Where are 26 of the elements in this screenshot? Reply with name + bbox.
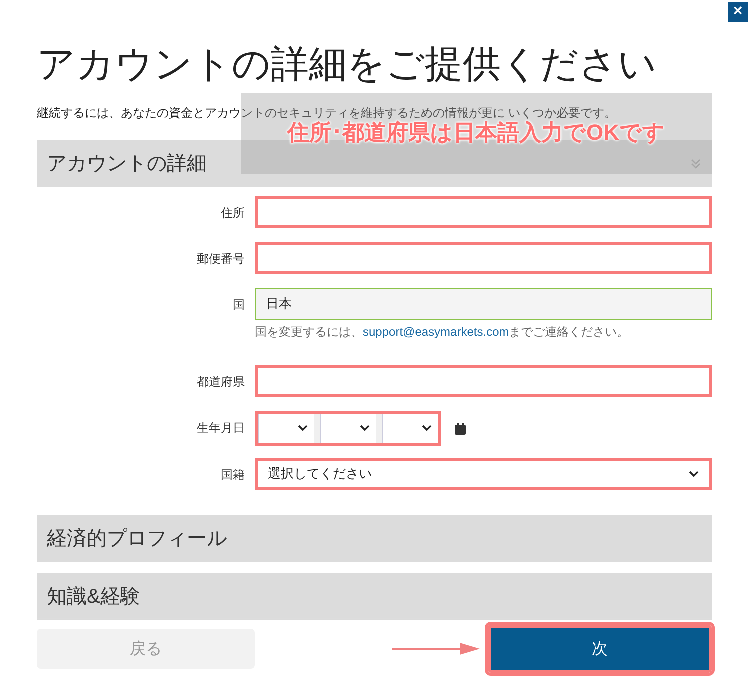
chevron-icon (690, 158, 702, 170)
input-field[interactable] (255, 242, 712, 274)
field-label: 国 (232, 297, 246, 314)
date-select-group[interactable] (255, 411, 441, 446)
calendar-icon[interactable] (455, 422, 466, 434)
section-header[interactable]: 知識&経験 (37, 573, 712, 620)
select-field[interactable]: 選択してください (255, 458, 712, 490)
field-label: 都道府県 (196, 374, 246, 391)
page-title: アカウントの詳細をご提供ください (37, 43, 658, 88)
next-button[interactable]: 次 (488, 625, 712, 673)
caret-icon (360, 425, 370, 432)
caret-icon (298, 425, 308, 432)
email-link[interactable]: support@easymarkets.com (363, 325, 510, 339)
section-header[interactable]: 経済的プロフィール (37, 515, 712, 562)
subtitle: 継続するには、あなたの資金とアカウントのセキュリティを維持するための情報が更に いくつか必要です。 (37, 105, 618, 120)
close-button[interactable]: × (728, 2, 748, 22)
caret-icon (689, 470, 699, 478)
input-field[interactable]: 日本 (255, 288, 712, 320)
input-field[interactable] (255, 365, 712, 397)
field-label: 郵便番号 (196, 251, 246, 268)
caret-icon (422, 425, 432, 432)
hint-text: 国を変更するには、support@easymarkets.com までご連絡ください。 (255, 324, 630, 341)
field-label: 住所 (220, 205, 246, 222)
field-label: 国籍 (220, 467, 246, 484)
input-field[interactable] (255, 196, 712, 228)
field-label: 生年月日 (196, 420, 246, 437)
